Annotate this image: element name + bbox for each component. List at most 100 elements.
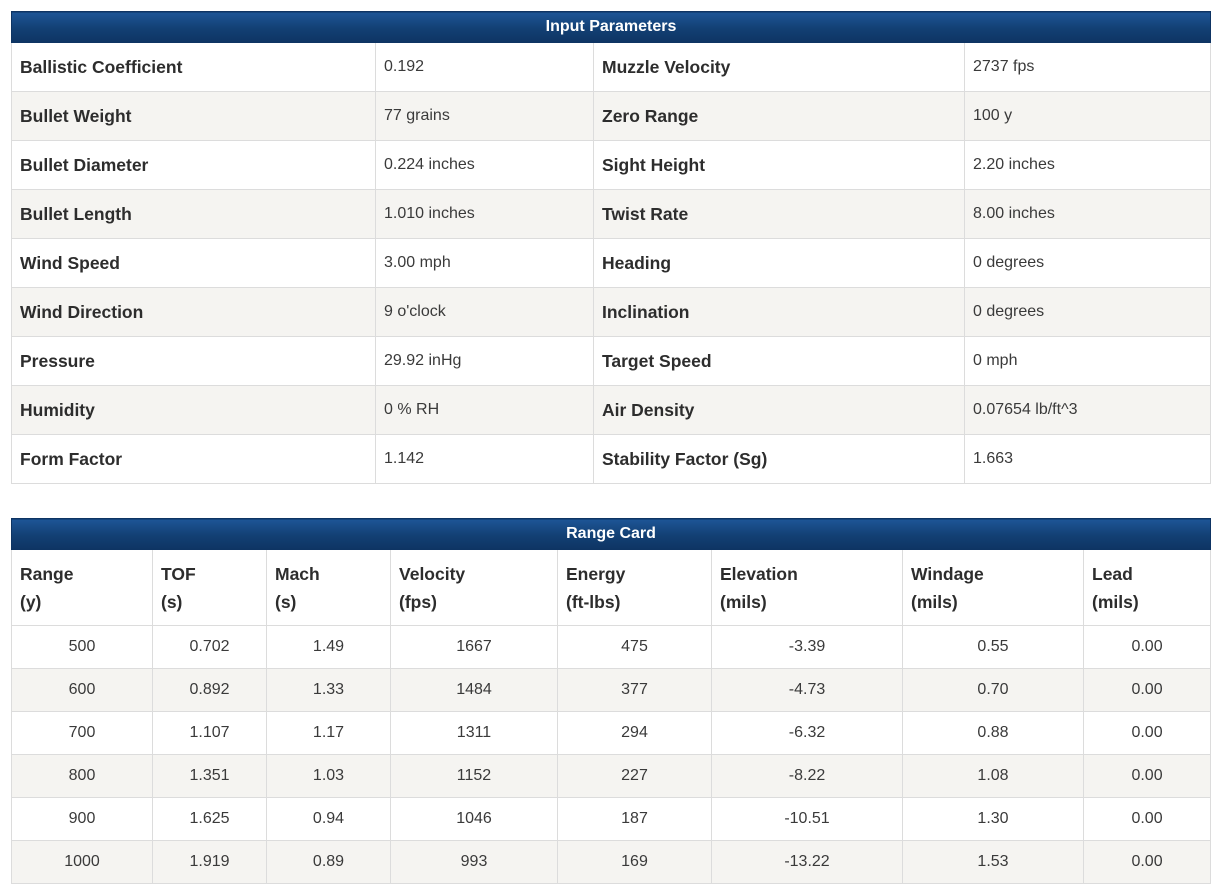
column-header-windage: Windage (mils) <box>902 549 1084 626</box>
table-row: 500 0.702 1.49 1667 475 -3.39 0.55 0.00 <box>11 625 1212 669</box>
cell-tof: 1.625 <box>152 797 267 841</box>
cell-lead: 0.00 <box>1082 797 1212 841</box>
cell-mach: 1.33 <box>266 668 391 712</box>
column-unit: (ft-lbs) <box>566 591 621 612</box>
column-unit: (mils) <box>1092 591 1139 612</box>
param-label: Ballistic Coefficient <box>11 42 376 92</box>
cell-range: 1000 <box>11 840 153 884</box>
cell-energy: 227 <box>557 754 712 798</box>
cell-energy: 294 <box>557 711 712 755</box>
cell-windage: 0.70 <box>902 668 1084 712</box>
cell-range: 800 <box>11 754 153 798</box>
param-value: 0 degrees <box>963 238 1212 288</box>
param-label: Bullet Length <box>11 189 376 239</box>
cell-lead: 0.00 <box>1082 840 1212 884</box>
input-row: Wind Direction 9 o'clock Inclination 0 d… <box>11 287 1212 337</box>
param-value: 0.224 inches <box>375 140 594 190</box>
cell-lead: 0.00 <box>1082 625 1212 669</box>
param-value: 1.663 <box>963 434 1212 484</box>
column-unit: (fps) <box>399 591 437 612</box>
cell-mach: 1.17 <box>266 711 391 755</box>
param-label: Zero Range <box>593 91 965 141</box>
param-value: 2.20 inches <box>963 140 1212 190</box>
param-label: Target Speed <box>593 336 965 386</box>
param-label: Stability Factor (Sg) <box>593 434 965 484</box>
cell-elevation: -10.51 <box>711 797 903 841</box>
cell-windage: 1.30 <box>902 797 1084 841</box>
param-label: Muzzle Velocity <box>593 42 965 92</box>
column-unit: (s) <box>161 591 183 612</box>
cell-velocity: 1311 <box>390 711 558 755</box>
table-row: 700 1.107 1.17 1311 294 -6.32 0.88 0.00 <box>11 711 1212 755</box>
cell-tof: 1.919 <box>152 840 267 884</box>
param-value: 0.07654 lb/ft^3 <box>963 385 1212 435</box>
param-value: 0 % RH <box>375 385 594 435</box>
param-value: 77 grains <box>375 91 594 141</box>
cell-range: 600 <box>11 668 153 712</box>
column-unit: (y) <box>20 591 42 612</box>
param-value: 1.142 <box>375 434 594 484</box>
column-header-energy: Energy (ft-lbs) <box>557 549 712 626</box>
input-row: Bullet Weight 77 grains Zero Range 100 y <box>11 91 1212 141</box>
cell-energy: 475 <box>557 625 712 669</box>
cell-velocity: 1046 <box>390 797 558 841</box>
table-row: 900 1.625 0.94 1046 187 -10.51 1.30 0.00 <box>11 797 1212 841</box>
column-header-lead: Lead (mils) <box>1082 549 1212 626</box>
cell-elevation: -8.22 <box>711 754 903 798</box>
cell-tof: 1.351 <box>152 754 267 798</box>
cell-windage: 1.08 <box>902 754 1084 798</box>
cell-windage: 0.55 <box>902 625 1084 669</box>
cell-velocity: 1484 <box>390 668 558 712</box>
cell-lead: 0.00 <box>1082 711 1212 755</box>
cell-energy: 377 <box>557 668 712 712</box>
cell-lead: 0.00 <box>1082 754 1212 798</box>
table-row: 600 0.892 1.33 1484 377 -4.73 0.70 0.00 <box>11 668 1212 712</box>
param-label: Sight Height <box>593 140 965 190</box>
param-label: Pressure <box>11 336 376 386</box>
param-value: 3.00 mph <box>375 238 594 288</box>
cell-elevation: -4.73 <box>711 668 903 712</box>
param-label: Air Density <box>593 385 965 435</box>
column-name: Energy <box>566 563 626 584</box>
cell-tof: 0.702 <box>152 625 267 669</box>
param-label: Bullet Diameter <box>11 140 376 190</box>
column-header-mach: Mach (s) <box>266 549 391 626</box>
cell-elevation: -3.39 <box>711 625 903 669</box>
param-value: 8.00 inches <box>963 189 1212 239</box>
range-card-table: Range Card Range (y) TOF (s) Mach (s) Veloc… <box>10 518 1212 884</box>
input-row: Bullet Length 1.010 inches Twist Rate 8.… <box>11 189 1212 239</box>
cell-velocity: 993 <box>390 840 558 884</box>
param-value: 100 y <box>963 91 1212 141</box>
table-row: 1000 1.919 0.89 993 169 -13.22 1.53 0.00 <box>11 840 1212 884</box>
column-unit: (mils) <box>911 591 958 612</box>
param-label: Heading <box>593 238 965 288</box>
cell-velocity: 1152 <box>390 754 558 798</box>
cell-tof: 1.107 <box>152 711 267 755</box>
param-value: 0.192 <box>375 42 594 92</box>
column-header-row: Range (y) TOF (s) Mach (s) Velocity (fps) En… <box>11 549 1212 626</box>
column-header-range: Range (y) <box>11 549 153 626</box>
input-row: Form Factor 1.142 Stability Factor (Sg) … <box>11 434 1212 484</box>
column-name: Mach <box>275 563 320 584</box>
param-value: 1.010 inches <box>375 189 594 239</box>
cell-elevation: -6.32 <box>711 711 903 755</box>
table-row: 800 1.351 1.03 1152 227 -8.22 1.08 0.00 <box>11 754 1212 798</box>
column-unit: (mils) <box>720 591 767 612</box>
cell-lead: 0.00 <box>1082 668 1212 712</box>
cell-windage: 0.88 <box>902 711 1084 755</box>
cell-energy: 169 <box>557 840 712 884</box>
cell-range: 700 <box>11 711 153 755</box>
range-card-title: Range Card <box>10 518 1212 550</box>
column-name: Elevation <box>720 563 798 584</box>
column-unit: (s) <box>275 591 297 612</box>
input-row: Humidity 0 % RH Air Density 0.07654 lb/f… <box>11 385 1212 435</box>
param-value: 9 o'clock <box>375 287 594 337</box>
cell-mach: 1.03 <box>266 754 391 798</box>
input-row: Pressure 29.92 inHg Target Speed 0 mph <box>11 336 1212 386</box>
cell-mach: 0.94 <box>266 797 391 841</box>
cell-mach: 0.89 <box>266 840 391 884</box>
param-value: 29.92 inHg <box>375 336 594 386</box>
param-label: Wind Speed <box>11 238 376 288</box>
input-row: Ballistic Coefficient 0.192 Muzzle Veloc… <box>11 42 1212 92</box>
column-header-elevation: Elevation (mils) <box>711 549 903 626</box>
